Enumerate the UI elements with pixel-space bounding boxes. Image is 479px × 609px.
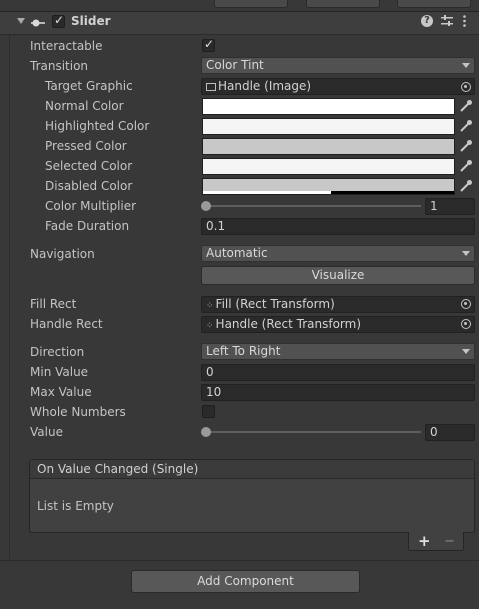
whole-numbers-checkbox[interactable] xyxy=(202,405,215,418)
triangle-down-icon[interactable] xyxy=(17,18,25,24)
previous-toolbar-button-3[interactable] xyxy=(397,0,471,8)
disabled-color-label: Disabled Color xyxy=(45,179,133,193)
pressed-color-swatch[interactable] xyxy=(202,138,455,155)
kebab-menu-icon[interactable] xyxy=(463,15,466,27)
disabled-color-swatch[interactable] xyxy=(202,178,455,195)
color-multiplier-slider-thumb[interactable] xyxy=(201,201,211,211)
target-graphic-field[interactable]: Handle (Image) xyxy=(201,78,475,95)
highlighted-color-swatch[interactable] xyxy=(202,118,455,135)
selected-color-swatch[interactable] xyxy=(202,158,455,175)
target-circle-icon[interactable] xyxy=(461,299,471,309)
transition-label: Transition xyxy=(30,59,89,73)
help-icon[interactable]: ? xyxy=(421,15,433,27)
navigation-dropdown[interactable]: Automatic xyxy=(201,245,475,262)
previous-toolbar-button-2[interactable] xyxy=(306,0,380,8)
slider-component-icon xyxy=(31,17,45,31)
transition-dropdown[interactable]: Color Tint xyxy=(201,57,475,74)
section-separator xyxy=(0,560,479,561)
target-circle-icon[interactable] xyxy=(461,82,471,92)
normal-color-label: Normal Color xyxy=(45,99,124,113)
navigation-value: Automatic xyxy=(206,246,268,260)
selected-color-label: Selected Color xyxy=(45,159,133,173)
direction-value: Left To Right xyxy=(206,344,281,358)
color-multiplier-input[interactable]: 1 xyxy=(425,198,475,215)
max-value-label: Max Value xyxy=(30,385,92,399)
min-value-input[interactable]: 0 xyxy=(201,364,475,381)
visualize-button[interactable]: Visualize xyxy=(201,266,475,285)
direction-label: Direction xyxy=(30,345,85,359)
handle-rect-label: Handle Rect xyxy=(30,317,103,331)
eyedropper-icon[interactable] xyxy=(459,119,473,133)
target-graphic-value: Handle (Image) xyxy=(218,79,312,93)
fill-rect-field[interactable]: ⁘ Fill (Rect Transform) xyxy=(201,296,475,313)
alpha-bar-white xyxy=(203,191,331,194)
value-input[interactable]: 0 xyxy=(425,424,475,441)
pressed-color-label: Pressed Color xyxy=(45,139,127,153)
handle-rect-field[interactable]: ⁘ Handle (Rect Transform) xyxy=(201,316,475,333)
handle-rect-value: Handle (Rect Transform) xyxy=(215,317,362,331)
chevron-down-icon xyxy=(462,251,470,256)
rect-transform-icon: ⁘ xyxy=(206,321,214,331)
fade-duration-label: Fade Duration xyxy=(45,219,130,233)
value-slider-thumb[interactable] xyxy=(201,427,211,437)
interactable-checkbox[interactable] xyxy=(202,37,215,52)
color-multiplier-label: Color Multiplier xyxy=(45,199,137,213)
target-circle-icon[interactable] xyxy=(461,319,471,329)
component-enabled-checkbox[interactable] xyxy=(52,13,65,28)
transition-value: Color Tint xyxy=(206,58,264,72)
min-value-label: Min Value xyxy=(30,365,89,379)
alpha-bar-black xyxy=(331,191,454,194)
max-value-input[interactable]: 10 xyxy=(201,384,475,401)
add-component-button[interactable]: Add Component xyxy=(131,570,360,593)
value-label: Value xyxy=(30,425,63,439)
chevron-down-icon xyxy=(462,349,470,354)
eyedropper-icon[interactable] xyxy=(459,99,473,113)
direction-dropdown[interactable]: Left To Right xyxy=(201,343,475,360)
component-title: Slider xyxy=(71,14,111,28)
color-multiplier-slider-track[interactable] xyxy=(205,205,421,207)
eyedropper-icon[interactable] xyxy=(459,159,473,173)
fill-rect-value: Fill (Rect Transform) xyxy=(215,297,335,311)
rect-transform-icon: ⁘ xyxy=(206,301,214,311)
fill-rect-label: Fill Rect xyxy=(30,297,77,311)
add-event-button[interactable]: + xyxy=(418,532,431,550)
chevron-down-icon xyxy=(462,63,470,68)
value-slider-track[interactable] xyxy=(205,431,421,433)
eyedropper-icon[interactable] xyxy=(459,179,473,193)
image-icon xyxy=(206,83,216,91)
remove-event-button[interactable]: − xyxy=(444,534,455,549)
previous-toolbar-button-1[interactable] xyxy=(214,0,288,8)
event-add-remove-box xyxy=(408,532,464,551)
event-empty-text: List is Empty xyxy=(37,499,114,513)
interactable-label: Interactable xyxy=(30,39,103,53)
event-header-label: On Value Changed (Single) xyxy=(37,462,199,476)
eyedropper-icon[interactable] xyxy=(459,139,473,153)
whole-numbers-label: Whole Numbers xyxy=(30,405,126,419)
inspector-gutter xyxy=(9,34,10,559)
fade-duration-input[interactable]: 0.1 xyxy=(201,218,475,235)
sliders-preset-icon[interactable] xyxy=(441,15,453,30)
normal-color-swatch[interactable] xyxy=(202,98,455,115)
target-graphic-label: Target Graphic xyxy=(45,79,133,93)
highlighted-color-label: Highlighted Color xyxy=(45,119,150,133)
navigation-label: Navigation xyxy=(30,247,95,261)
